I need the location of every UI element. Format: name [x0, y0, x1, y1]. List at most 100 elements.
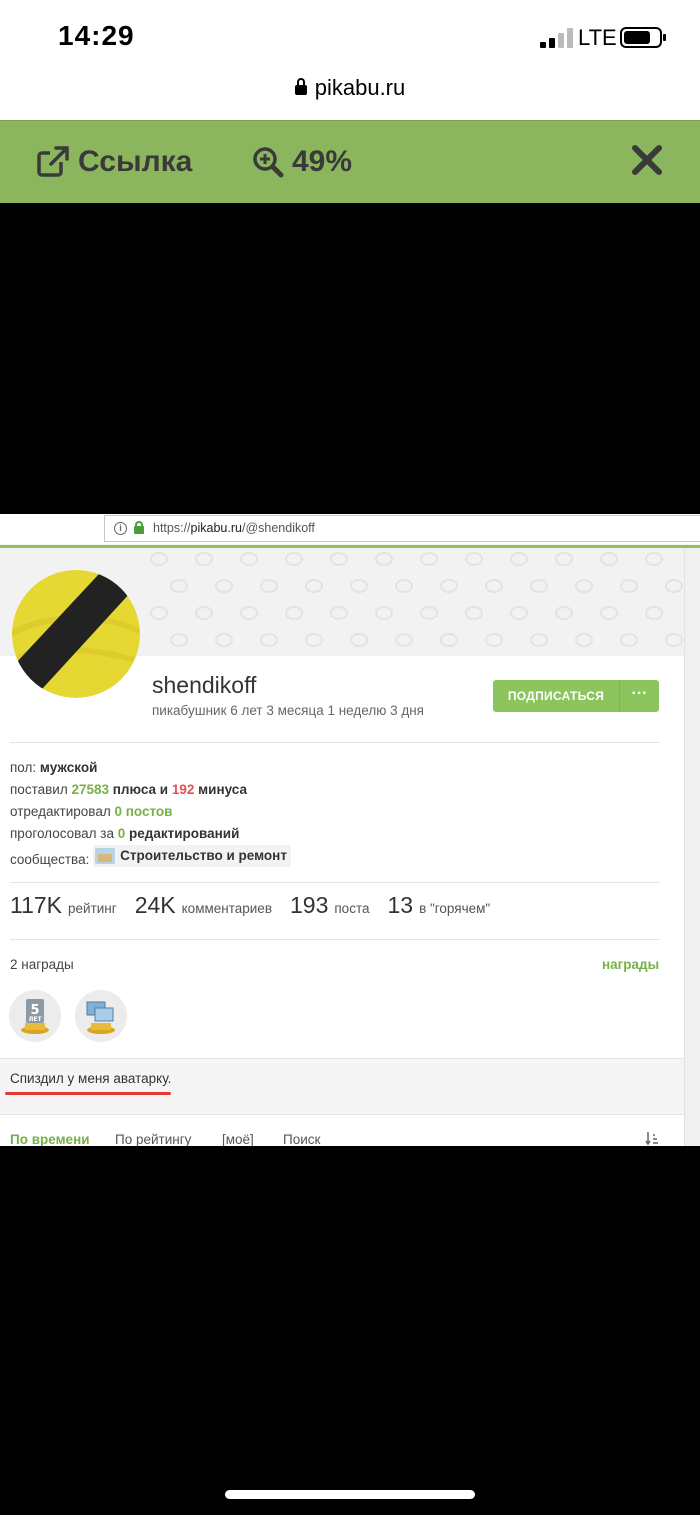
tab-by-time[interactable]: По времени — [10, 1132, 90, 1146]
profile-screenshot: i https://pikabu.ru/@shendikoff shendiko… — [0, 514, 700, 1146]
cover-pattern-shape — [510, 606, 528, 620]
cover-pattern-shape — [440, 579, 458, 593]
award-posts-icon — [86, 1001, 115, 1034]
cover-pattern-shape — [510, 552, 528, 566]
user-comment: Спиздил у меня аватарку. — [0, 1058, 684, 1102]
award-5-years[interactable]: 5 ЛЕТ — [9, 990, 61, 1042]
red-underline-annotation — [5, 1092, 171, 1095]
info-edited: отредактировал 0 постов — [10, 804, 173, 819]
sort-icon[interactable] — [645, 1131, 659, 1145]
status-bar: 14:29 LTE pikabu.ru — [0, 0, 700, 120]
cover-pattern-shape — [465, 606, 483, 620]
cover-pattern-shape — [555, 552, 573, 566]
network-type: LTE — [578, 25, 617, 50]
url-path: /@shendikoff — [241, 521, 315, 535]
divider — [10, 742, 660, 743]
cover-pattern-shape — [485, 633, 503, 647]
community-chip[interactable]: Строительство и ремонт — [93, 845, 291, 867]
desktop-address-bar: i https://pikabu.ru/@shendikoff — [0, 514, 700, 544]
svg-text:ЛЕТ: ЛЕТ — [28, 1016, 42, 1023]
cover-pattern-shape — [395, 579, 413, 593]
lock-icon — [294, 78, 307, 95]
cover-pattern-shape — [240, 552, 258, 566]
cover-pattern-shape — [150, 606, 168, 620]
cover-pattern-shape — [420, 552, 438, 566]
cover-pattern-shape — [150, 552, 168, 566]
profile-info: пол: мужской поставил 27583 плюса и 192 … — [10, 757, 291, 871]
cover-pattern-shape — [375, 552, 393, 566]
cover-pattern-shape — [285, 606, 303, 620]
domain-text: pikabu.ru — [314, 75, 406, 100]
divider — [10, 939, 660, 940]
url-field[interactable]: i https://pikabu.ru/@shendikoff — [104, 515, 700, 542]
signal-strength-icon — [540, 28, 574, 48]
cover-pattern-shape — [240, 606, 258, 620]
more-options-button[interactable]: ··· — [619, 680, 659, 712]
url-host: pikabu.ru — [190, 521, 242, 535]
profile-username[interactable]: shendikoff — [152, 672, 256, 699]
open-link-label: Ссылка — [78, 145, 193, 178]
cover-pattern-shape — [350, 633, 368, 647]
cover-pattern-shape — [530, 633, 548, 647]
stat-posts-value: 193 — [290, 892, 329, 918]
cover-pattern-shape — [170, 633, 188, 647]
cover-pattern-shape — [215, 579, 233, 593]
zoom-button[interactable]: 49% — [252, 145, 352, 179]
status-time: 14:29 — [58, 20, 135, 51]
award-5-years-icon: 5 ЛЕТ — [21, 999, 49, 1034]
cover-pattern-shape — [215, 633, 233, 647]
info-edit-votes: проголосовал за 0 редактирований — [10, 826, 240, 841]
cover-pattern-shape — [485, 579, 503, 593]
scrollbar[interactable] — [684, 548, 700, 1146]
cover-pattern-shape — [195, 552, 213, 566]
stat-comments-label: комментариев — [181, 901, 272, 916]
cover-pattern-shape — [170, 579, 188, 593]
cover-pattern-shape — [440, 633, 458, 647]
cover-pattern-shape — [665, 633, 683, 647]
stat-hot-value: 13 — [387, 892, 414, 918]
cover-pattern-shape — [465, 552, 483, 566]
home-indicator[interactable] — [225, 1490, 475, 1499]
cover-pattern-shape — [350, 579, 368, 593]
tab-search[interactable]: Поиск — [283, 1132, 320, 1146]
tab-mine[interactable]: [моё] — [222, 1132, 254, 1146]
cover-pattern-shape — [620, 579, 638, 593]
award-posts[interactable] — [75, 990, 127, 1042]
zoom-level: 49% — [292, 145, 353, 178]
close-icon[interactable] — [630, 143, 664, 177]
image-viewer-toolbar: Ссылка 49% — [0, 120, 700, 203]
subscribe-button[interactable]: ПОДПИСАТЬСЯ ··· — [493, 680, 659, 712]
awards-title: 2 награды — [10, 957, 74, 972]
info-gender: пол: мужской — [10, 760, 98, 775]
info-votes: поставил 27583 плюса и 192 минуса — [10, 782, 247, 797]
cover-pattern-shape — [375, 606, 393, 620]
cover-pattern-shape — [600, 606, 618, 620]
cover-pattern-shape — [260, 633, 278, 647]
community-icon — [95, 848, 116, 864]
info-communities: сообщества: Строительство и ремонт — [10, 845, 291, 871]
stat-posts-label: поста — [334, 901, 370, 916]
zoom-in-icon — [253, 147, 284, 178]
stat-rating-value: 117K — [10, 892, 63, 918]
cover-pattern-shape — [395, 633, 413, 647]
cover-pattern-shape — [665, 579, 683, 593]
lock-icon — [134, 521, 144, 534]
open-link-button[interactable]: Ссылка — [36, 145, 192, 179]
stat-rating-label: рейтинг — [68, 901, 117, 916]
cover-pattern-shape — [285, 552, 303, 566]
profile-tabs: По времени По рейтингу [моё] Поиск — [0, 1114, 684, 1146]
profile-stats: 117K рейтинг 24K комментариев 193 поста 13 в… — [10, 892, 508, 919]
profile-card: shendikoff пикабушник 6 лет 3 месяца 1 н… — [0, 548, 684, 1058]
external-link-icon — [37, 146, 70, 177]
cover-pattern-shape — [195, 606, 213, 620]
cover-pattern-shape — [575, 579, 593, 593]
awards-link[interactable]: награды — [602, 957, 659, 972]
cover-pattern-shape — [330, 606, 348, 620]
browser-domain[interactable]: pikabu.ru — [0, 75, 700, 101]
info-icon: i — [114, 522, 127, 535]
tab-by-rating[interactable]: По рейтингу — [115, 1132, 191, 1146]
cover-pattern-shape — [555, 606, 573, 620]
profile-member-since: пикабушник 6 лет 3 месяца 1 неделю 3 дня — [152, 703, 424, 718]
cover-pattern-shape — [575, 633, 593, 647]
cover-pattern-shape — [420, 606, 438, 620]
